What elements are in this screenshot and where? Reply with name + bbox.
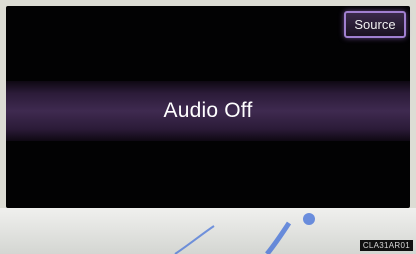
swoosh-icon: [174, 213, 315, 254]
image-code-label: CLA31AR01: [359, 240, 413, 251]
bottom-band: CLA31AR01: [0, 208, 416, 254]
audio-status-text: Audio Off: [163, 99, 253, 122]
source-button[interactable]: Source: [344, 11, 406, 38]
audio-status-band: Audio Off: [6, 81, 410, 141]
page: Source Audio Off CLA31AR01: [0, 0, 416, 254]
audio-screen: Source Audio Off: [6, 6, 410, 208]
